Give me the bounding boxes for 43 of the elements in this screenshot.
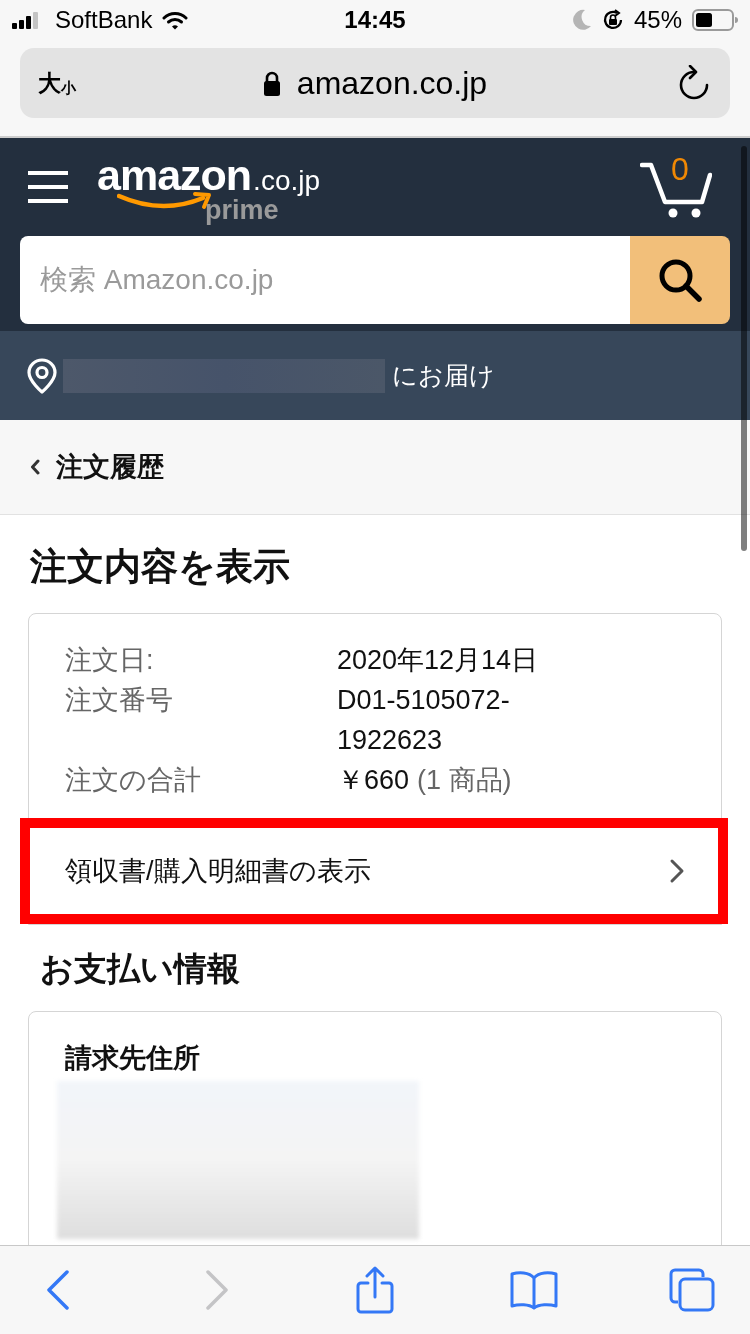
url-text: amazon.co.jp xyxy=(296,67,488,99)
search-field[interactable]: 検索 Amazon.co.jp xyxy=(20,236,630,324)
search-icon xyxy=(657,257,703,303)
battery-icon xyxy=(692,9,738,31)
summary-value: ￥660 xyxy=(337,764,410,797)
chevron-left-icon xyxy=(30,459,40,475)
delivery-bar[interactable]: にお届け xyxy=(0,331,750,420)
chevron-right-icon xyxy=(669,858,685,884)
cart-count: 0 xyxy=(671,153,689,185)
section-heading: お支払い情報 xyxy=(40,949,241,989)
billing-address-label: 請求先住所 xyxy=(65,1042,201,1075)
logo-text[interactable]: amazon xyxy=(97,154,252,195)
page-title: 注文内容を表示 xyxy=(30,545,291,589)
wifi-icon xyxy=(162,10,189,30)
address-bar[interactable]: 大小 amazon.co.jp xyxy=(20,48,730,118)
reload-icon[interactable] xyxy=(678,65,710,101)
carrier-name: SoftBank xyxy=(55,8,153,32)
tabs-icon xyxy=(669,1268,715,1312)
logo-domain-text[interactable]: .co.jp xyxy=(253,166,321,195)
summary-label: 注文の合計 xyxy=(65,764,202,797)
delivery-label: にお届け xyxy=(392,363,495,388)
summary-value: D01-5105072-1922623 xyxy=(337,684,511,757)
receipt-link[interactable]: 領収書/購入明細書の表示 xyxy=(29,818,721,924)
signal-icon xyxy=(12,11,39,29)
order-history-link[interactable]: 注文履歴 xyxy=(30,453,164,481)
clock-time: 14:45 xyxy=(344,8,406,32)
back-chevron-icon xyxy=(46,1270,70,1310)
battery-percent: 45% xyxy=(633,8,682,32)
summary-value: 2020年12月14日 xyxy=(337,644,539,677)
forward-chevron-icon xyxy=(204,1270,229,1310)
lock-icon xyxy=(262,70,281,96)
share-icon xyxy=(356,1266,394,1314)
search-button[interactable] xyxy=(630,236,730,324)
summary-label: 注文日: xyxy=(65,644,155,677)
location-pin-icon xyxy=(27,357,57,394)
open-book-icon xyxy=(508,1270,559,1310)
summary-label: 注文番号 xyxy=(65,684,174,717)
prime-label: prime xyxy=(205,196,279,224)
rotation-lock-icon xyxy=(601,9,624,31)
summary-note: (1 商品) xyxy=(417,764,512,797)
moon-icon xyxy=(571,9,592,31)
menu-icon[interactable] xyxy=(28,171,68,203)
text-size-button[interactable]: 大小 xyxy=(38,71,76,95)
